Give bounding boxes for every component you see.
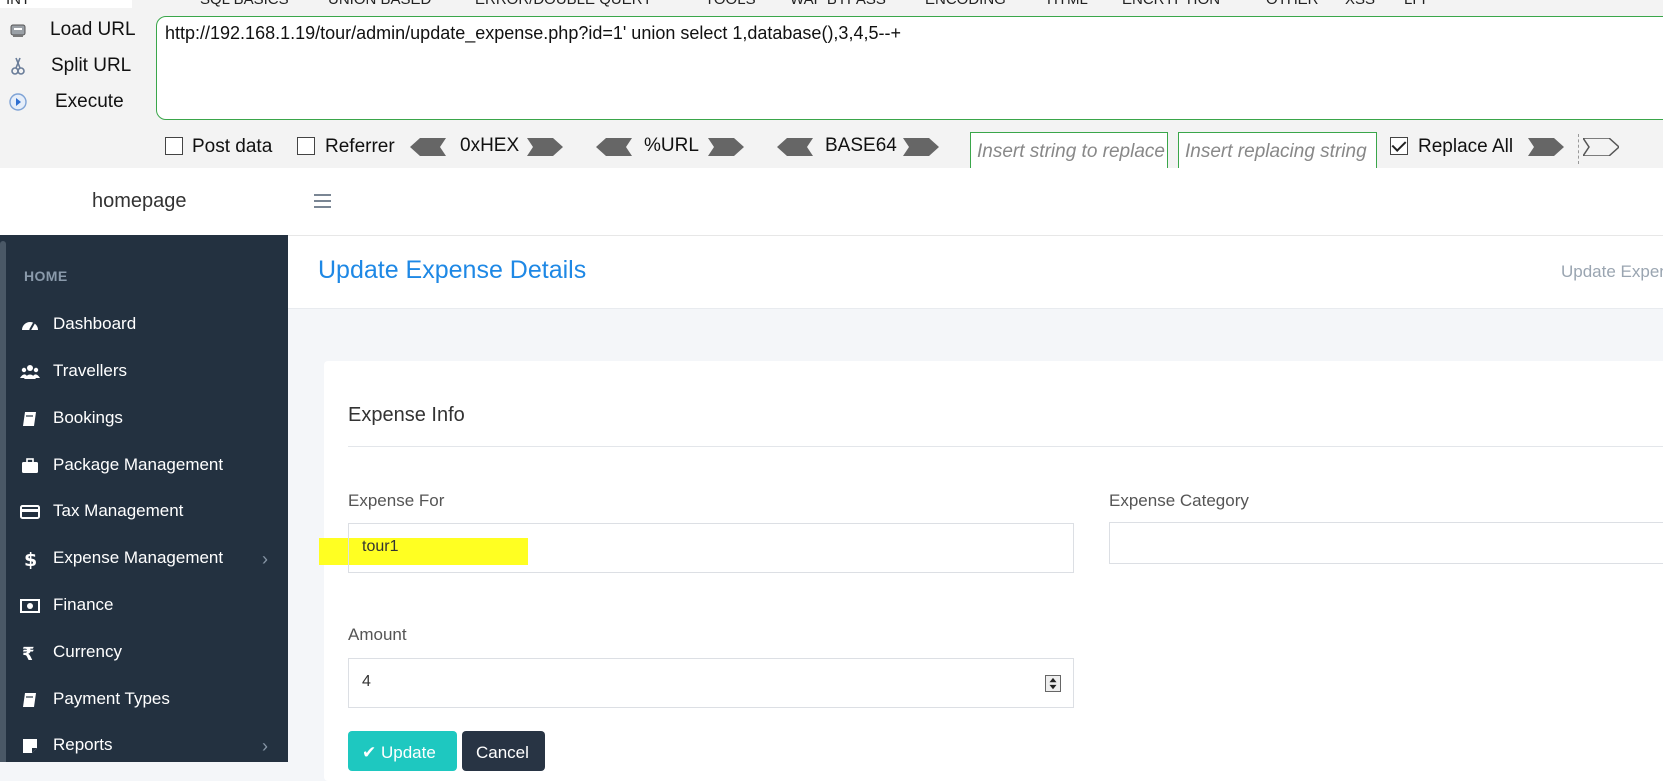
- base64-label: BASE64: [825, 135, 897, 156]
- sidebar-item-dashboard[interactable]: Dashboard: [0, 305, 288, 345]
- sidebar: HOME Dashboard Travellers Bookings Packa…: [0, 235, 288, 762]
- briefcase-icon: [22, 458, 38, 473]
- check-icon: ✔: [362, 743, 377, 762]
- hackbar-options-row: Post data Referrer 0xHEX %URL BASE64 Ins…: [0, 129, 1663, 170]
- breadcrumb[interactable]: Update Expense Details: [1561, 262, 1663, 282]
- chevron-right-icon: ›: [262, 736, 268, 756]
- hex-decode-arrow-icon[interactable]: [410, 138, 446, 156]
- sidebar-item-tax-management[interactable]: Tax Management: [0, 492, 288, 532]
- menu-encoding[interactable]: ENCODING: [925, 0, 1006, 8]
- chevron-right-icon: ›: [262, 549, 268, 569]
- post-data-checkbox[interactable]: [165, 137, 183, 155]
- sidebar-item-payment-types[interactable]: Payment Types: [0, 680, 288, 720]
- menu-encryption[interactable]: ENCRYPTION: [1122, 0, 1220, 8]
- sidebar-section-home: HOME: [24, 268, 68, 284]
- sidebar-item-currency[interactable]: ₹ Currency: [0, 633, 288, 673]
- sidebar-item-travellers[interactable]: Travellers: [0, 352, 288, 392]
- execute-button[interactable]: Execute: [0, 88, 150, 116]
- expense-for-input[interactable]: tour1: [348, 523, 1074, 573]
- expense-for-label: Expense For: [348, 491, 445, 510]
- book-icon: [23, 412, 36, 426]
- app-topbar: homepage: [0, 168, 1663, 236]
- page-title: Update Expense Details: [318, 256, 587, 284]
- menu-other[interactable]: OTHER: [1266, 0, 1319, 8]
- sidebar-item-finance[interactable]: Finance: [0, 586, 288, 626]
- book-icon: [23, 693, 36, 707]
- amount-input[interactable]: 4: [348, 658, 1074, 708]
- url-decode-arrow-icon[interactable]: [596, 138, 632, 156]
- load-url-icon: [10, 24, 26, 37]
- post-data-label: Post data: [192, 136, 273, 157]
- sticky-note-icon: [23, 739, 37, 753]
- replacing-string-input[interactable]: Insert replacing string: [1178, 132, 1377, 170]
- scissors-icon: [11, 57, 25, 75]
- menu-xss[interactable]: XSS: [1345, 0, 1375, 8]
- expense-category-select[interactable]: [1109, 522, 1663, 564]
- brand-logo-text[interactable]: homepage: [92, 190, 187, 213]
- menu-waf-bypass[interactable]: WAF BYPASS: [790, 0, 886, 8]
- money-icon: [20, 599, 40, 613]
- rupee-icon: ₹: [22, 644, 35, 663]
- base64-encode-arrow-icon[interactable]: [903, 138, 939, 156]
- toolbar-divider: [1578, 134, 1579, 164]
- hackbar-toolbar: INT SQL BASICS UNION BASED ERROR/DOUBLE …: [0, 0, 1663, 170]
- sidebar-item-bookings[interactable]: Bookings: [0, 399, 288, 439]
- url-encode-arrow-icon[interactable]: [708, 138, 744, 156]
- svg-text:$: $: [24, 549, 37, 569]
- replace-all-label: Replace All: [1418, 136, 1514, 157]
- menu-sql-basics[interactable]: SQL BASICS: [200, 0, 289, 8]
- split-url-button[interactable]: Split URL: [0, 52, 150, 80]
- load-url-button[interactable]: Load URL: [0, 16, 150, 44]
- amount-label: Amount: [348, 625, 407, 644]
- menu-lfi[interactable]: LFI: [1404, 0, 1426, 8]
- hamburger-menu-icon[interactable]: [314, 194, 331, 208]
- menu-union-based[interactable]: UNION BASED: [328, 0, 431, 8]
- referrer-checkbox[interactable]: [297, 137, 315, 155]
- users-icon: [20, 365, 40, 379]
- update-button[interactable]: ✔ Update: [348, 731, 457, 771]
- url-label: %URL: [644, 135, 699, 156]
- referrer-label: Referrer: [325, 136, 395, 157]
- dollar-icon: $: [24, 549, 37, 569]
- sidebar-item-expense-management[interactable]: $ Expense Management ›: [0, 539, 288, 579]
- play-icon: [9, 93, 27, 111]
- hex-label: 0xHEX: [460, 135, 520, 156]
- replace-forward-arrow-icon[interactable]: [1583, 138, 1619, 156]
- sidebar-item-reports[interactable]: Reports ›: [0, 726, 288, 762]
- card-title: Expense Info: [348, 404, 465, 426]
- svg-text:₹: ₹: [22, 644, 35, 663]
- base64-decode-arrow-icon[interactable]: [777, 138, 813, 156]
- menu-error-double-query[interactable]: ERROR/DOUBLE QUERY: [475, 0, 652, 8]
- replace-all-checkbox[interactable]: [1390, 137, 1408, 155]
- hex-encode-arrow-icon[interactable]: [527, 138, 563, 156]
- cancel-button[interactable]: Cancel: [462, 731, 545, 771]
- credit-card-icon: [20, 505, 40, 519]
- url-textarea[interactable]: http://192.168.1.19/tour/admin/update_ex…: [156, 16, 1663, 120]
- menu-int[interactable]: INT: [6, 0, 30, 8]
- menu-html[interactable]: HTML: [1047, 0, 1088, 8]
- amount-value: 4: [362, 673, 371, 690]
- card-divider: [348, 446, 1663, 447]
- replace-string-input[interactable]: Insert string to replace: [970, 132, 1168, 170]
- number-spinner-icon[interactable]: [1045, 675, 1061, 692]
- replace-arrow-icon[interactable]: [1528, 138, 1564, 156]
- dashboard-icon: [22, 322, 38, 331]
- expense-category-label: Expense Category: [1109, 491, 1249, 510]
- menu-tools[interactable]: TOOLS: [705, 0, 756, 8]
- page-header: Update Expense Details Update Expense De…: [288, 236, 1663, 309]
- sidebar-item-package-management[interactable]: Package Management: [0, 446, 288, 486]
